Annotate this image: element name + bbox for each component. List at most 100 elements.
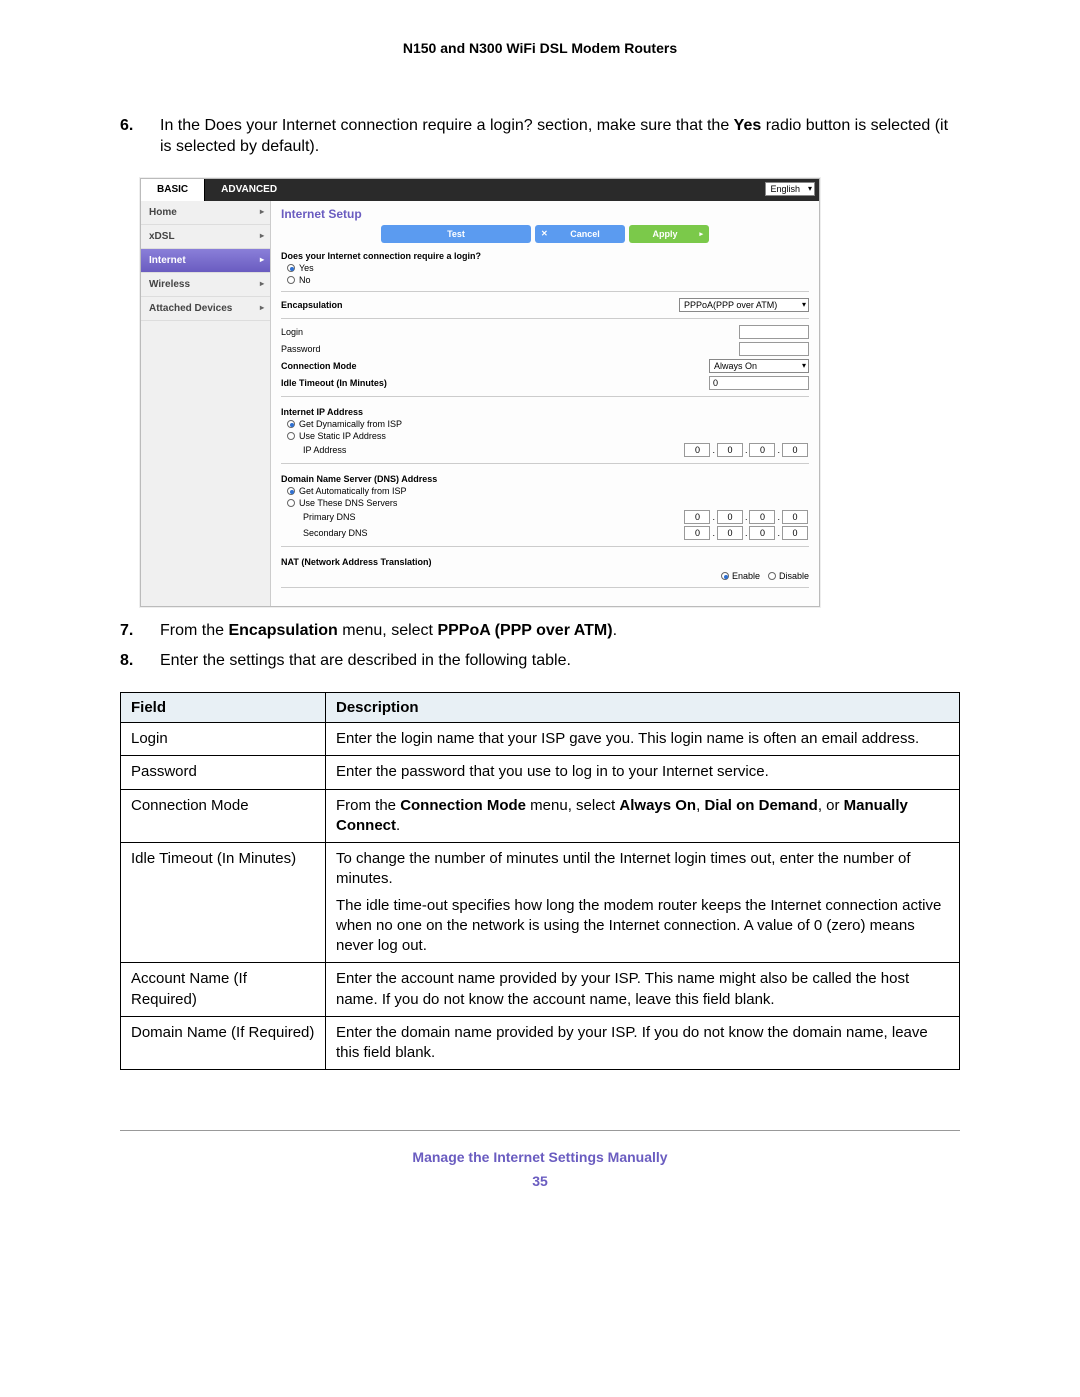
radio-label: Use Static IP Address (299, 431, 386, 441)
ip-octet-input[interactable]: 0 (717, 443, 743, 457)
step-text: From the (160, 622, 228, 639)
dns-octet-input[interactable]: 0 (749, 510, 775, 524)
th-desc: Description (326, 693, 960, 723)
cell-field: Domain Name (If Required) (121, 1016, 326, 1070)
secondary-dns-label: Secondary DNS (303, 528, 683, 538)
sidebar-item-home[interactable]: Home (141, 201, 270, 225)
encap-label: Encapsulation (281, 300, 679, 310)
password-input[interactable] (739, 342, 809, 356)
connmode-label: Connection Mode (281, 361, 709, 371)
step-text: menu, select (338, 622, 438, 639)
cell-field: Account Name (If Required) (121, 963, 326, 1017)
apply-button[interactable]: Apply (629, 225, 709, 243)
language-select[interactable]: English (765, 182, 815, 196)
radio-no[interactable]: No (287, 275, 809, 285)
encap-select[interactable]: PPPoA(PPP over ATM) (679, 298, 809, 312)
dns-octet-input[interactable]: 0 (749, 526, 775, 540)
radio-dyn-ip[interactable]: Get Dynamically from ISP (287, 419, 809, 429)
doc-title: N150 and N300 WiFi DSL Modem Routers (120, 40, 960, 56)
login-label: Login (281, 327, 739, 337)
fields-table: Field Description Login Enter the login … (120, 692, 960, 1070)
cell-field: Password (121, 756, 326, 789)
th-field: Field (121, 693, 326, 723)
sidebar-item-internet[interactable]: Internet (141, 249, 270, 273)
cell-desc: To change the number of minutes until th… (326, 843, 960, 963)
tab-basic[interactable]: BASIC (141, 179, 205, 201)
step-text: Enter the settings that are described in… (160, 652, 571, 669)
radio-static-ip[interactable]: Use Static IP Address (287, 431, 809, 441)
radio-icon (287, 432, 295, 440)
dns-octet-input[interactable]: 0 (717, 526, 743, 540)
ip-octet-input[interactable]: 0 (749, 443, 775, 457)
table-row: Account Name (If Required) Enter the acc… (121, 963, 960, 1017)
step-num: 7. (120, 621, 133, 642)
cell-field: Connection Mode (121, 789, 326, 843)
sidebar: Home xDSL Internet Wireless Attached Dev… (141, 201, 271, 606)
table-row: Domain Name (If Required) Enter the doma… (121, 1016, 960, 1070)
sidebar-item-wireless[interactable]: Wireless (141, 273, 270, 297)
ip-octet-input[interactable]: 0 (684, 443, 710, 457)
main-panel: Internet Setup Test Cancel Apply Does yo… (271, 201, 819, 606)
idle-label: Idle Timeout (In Minutes) (281, 378, 709, 388)
cell-field: Login (121, 723, 326, 756)
step-num: 8. (120, 651, 133, 672)
login-input[interactable] (739, 325, 809, 339)
dns-octet-input[interactable]: 0 (684, 510, 710, 524)
radio-yes[interactable]: Yes (287, 263, 809, 273)
radio-label: Yes (299, 263, 314, 273)
test-button[interactable]: Test (381, 225, 531, 243)
cell-desc: Enter the password that you use to log i… (326, 756, 960, 789)
table-row: Connection Mode From the Connection Mode… (121, 789, 960, 843)
login-question: Does your Internet connection require a … (281, 251, 809, 261)
table-row: Login Enter the login name that your ISP… (121, 723, 960, 756)
nat-section-title: NAT (Network Address Translation) (281, 557, 809, 567)
cancel-button[interactable]: Cancel (535, 225, 625, 243)
step-text: . (613, 622, 617, 639)
radio-label: Use These DNS Servers (299, 498, 397, 508)
table-row: Password Enter the password that you use… (121, 756, 960, 789)
footer-title: Manage the Internet Settings Manually (120, 1149, 960, 1165)
panel-title: Internet Setup (281, 207, 809, 221)
radio-nat-disable[interactable]: Disable (768, 571, 809, 581)
radio-use-dns[interactable]: Use These DNS Servers (287, 498, 809, 508)
radio-icon (287, 276, 295, 284)
step-bold: Encapsulation (228, 622, 337, 639)
connmode-select[interactable]: Always On (709, 359, 809, 373)
page-number: 35 (120, 1173, 960, 1189)
top-tab-bar: BASIC ADVANCED English (141, 179, 819, 201)
radio-icon (768, 572, 776, 580)
step-7: 7. From the Encapsulation menu, select P… (120, 621, 960, 642)
radio-label: Get Dynamically from ISP (299, 419, 402, 429)
cell-desc: Enter the login name that your ISP gave … (326, 723, 960, 756)
ipaddr-label: IP Address (303, 445, 683, 455)
dns-octet-input[interactable]: 0 (717, 510, 743, 524)
radio-label: No (299, 275, 311, 285)
cell-desc: Enter the domain name provided by your I… (326, 1016, 960, 1070)
radio-icon (287, 499, 295, 507)
step-bold: PPPoA (PPP over ATM) (437, 622, 612, 639)
step-6: 6. In the Does your Internet connection … (120, 116, 960, 158)
radio-auto-dns[interactable]: Get Automatically from ISP (287, 486, 809, 496)
cell-desc: Enter the account name provided by your … (326, 963, 960, 1017)
cell-desc: From the Connection Mode menu, select Al… (326, 789, 960, 843)
sidebar-item-attached[interactable]: Attached Devices (141, 297, 270, 321)
radio-label: Get Automatically from ISP (299, 486, 407, 496)
password-label: Password (281, 344, 739, 354)
dns-octet-input[interactable]: 0 (782, 526, 808, 540)
tab-advanced[interactable]: ADVANCED (205, 179, 293, 201)
footer-rule (120, 1130, 960, 1131)
dns-octet-input[interactable]: 0 (782, 510, 808, 524)
router-ui-screenshot: BASIC ADVANCED English Home xDSL Interne… (140, 178, 820, 607)
dns-octet-input[interactable]: 0 (684, 526, 710, 540)
radio-icon (287, 487, 295, 495)
idle-input[interactable]: 0 (709, 376, 809, 390)
ip-octet-input[interactable]: 0 (782, 443, 808, 457)
radio-label: Disable (779, 571, 809, 581)
radio-label: Enable (732, 571, 760, 581)
step-8: 8. Enter the settings that are described… (120, 651, 960, 672)
radio-icon (287, 264, 295, 272)
step-num: 6. (120, 116, 133, 137)
sidebar-item-xdsl[interactable]: xDSL (141, 225, 270, 249)
radio-nat-enable[interactable]: Enable (721, 571, 760, 581)
dns-section-title: Domain Name Server (DNS) Address (281, 474, 809, 484)
